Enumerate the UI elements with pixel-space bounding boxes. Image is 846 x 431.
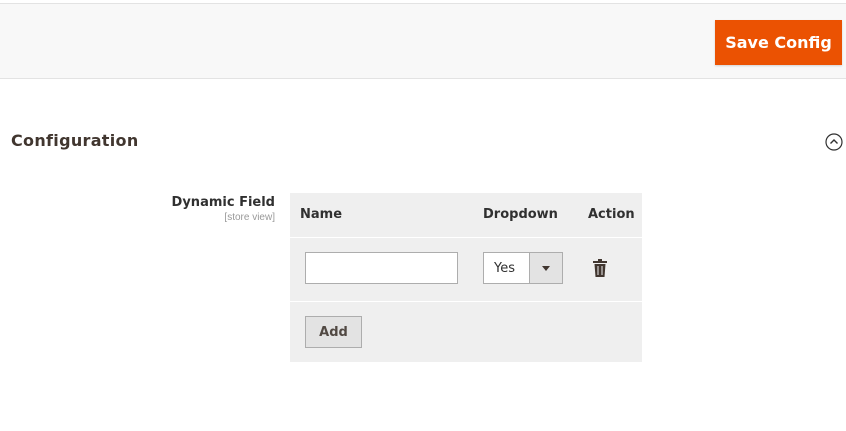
table-row: Yes <box>290 238 642 302</box>
dynamic-field-table: Name Dropdown Action Yes Add <box>290 193 642 362</box>
add-row-button[interactable]: Add <box>305 316 362 348</box>
field-label-text: Dynamic Field <box>171 195 275 210</box>
field-scope-text: [store view] <box>224 212 275 223</box>
page-actions-bar: Save Config <box>0 3 846 79</box>
save-config-button[interactable]: Save Config <box>715 20 842 65</box>
page: Save Config Configuration Dynamic Field … <box>0 0 846 431</box>
column-header-dropdown: Dropdown <box>483 207 558 222</box>
field-label: Dynamic Field [store view] <box>172 195 275 224</box>
dropdown-select[interactable]: Yes <box>483 252 563 284</box>
chevron-down-icon[interactable] <box>529 253 562 283</box>
column-header-name: Name <box>300 207 343 222</box>
dropdown-selected-value: Yes <box>494 261 515 276</box>
chevron-up-circle-icon[interactable] <box>825 133 843 151</box>
table-header: Name Dropdown Action <box>290 193 642 238</box>
name-input[interactable] <box>305 252 458 284</box>
trash-icon[interactable] <box>593 259 607 277</box>
section-title[interactable]: Configuration <box>11 131 139 150</box>
column-header-action: Action <box>588 207 635 222</box>
